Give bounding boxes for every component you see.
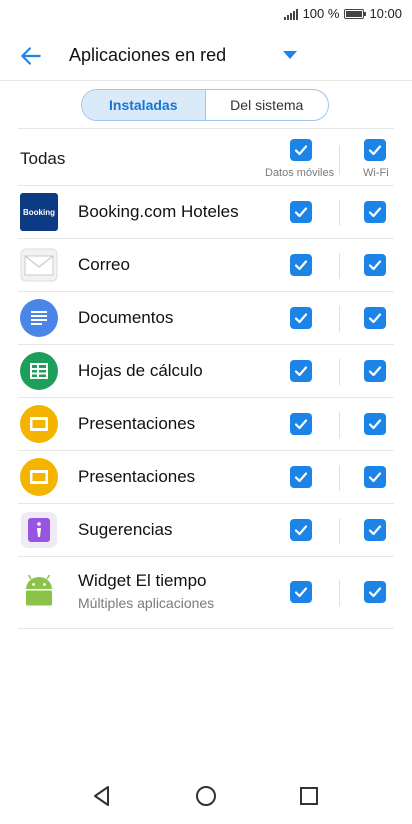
list-header: Todas Datos móviles Wi-Fi [18,128,394,186]
mail-icon [20,248,58,282]
check-icon [294,587,308,598]
mobile-data-checkbox[interactable] [290,307,312,329]
check-icon [294,525,308,536]
check-icon [368,525,382,536]
mobile-data-column-label: Datos móviles [265,167,335,179]
app-subtitle: Múltiples aplicaciones [78,595,215,611]
app-bar: Aplicaciones en red [0,30,412,81]
wifi-checkbox[interactable] [364,466,386,488]
all-wifi-checkbox[interactable] [364,139,386,161]
column-divider [339,412,340,438]
app-list: Todas Datos móviles Wi-Fi Booking Bookin… [18,128,394,629]
mobile-data-checkbox[interactable] [290,519,312,541]
wifi-checkbox[interactable] [364,413,386,435]
wifi-checkbox[interactable] [364,201,386,223]
tab-installed[interactable]: Instaladas [82,90,205,120]
column-divider [339,306,340,332]
battery-icon [344,8,367,19]
back-arrow-icon[interactable] [18,43,44,69]
mobile-data-checkbox[interactable] [290,413,312,435]
check-icon [294,313,308,324]
wifi-checkbox[interactable] [364,254,386,276]
mobile-data-checkbox[interactable] [290,466,312,488]
segmented-control: Instaladas Del sistema [81,89,329,121]
list-item[interactable]: Presentaciones [18,398,394,451]
app-name: Documentos [78,308,174,327]
booking-icon: Booking [20,193,58,231]
app-name: Hojas de cálculo [78,361,203,380]
recents-nav-icon[interactable] [297,784,321,808]
android-icon [26,574,52,606]
column-divider [339,200,340,226]
check-icon [368,472,382,483]
list-item[interactable]: Documentos [18,292,394,345]
check-icon [294,145,308,156]
list-item[interactable]: Correo [18,239,394,292]
mobile-data-checkbox[interactable] [290,360,312,382]
slides-icon [20,458,58,496]
check-icon [368,260,382,271]
column-divider [339,518,340,544]
app-name: Correo [78,255,130,274]
wifi-column-label: Wi-Fi [363,167,389,179]
slides-icon [20,405,58,443]
list-item[interactable]: Presentaciones [18,451,394,504]
column-divider [339,253,340,279]
list-item[interactable]: Booking Booking.com Hoteles [18,186,394,239]
all-mobile-data-checkbox[interactable] [290,139,312,161]
signal-icon [283,8,298,20]
mobile-data-checkbox[interactable] [290,254,312,276]
check-icon [368,145,382,156]
dropdown-triangle-icon[interactable] [282,50,298,60]
back-nav-icon[interactable] [90,784,114,808]
app-name: Presentaciones [78,414,196,433]
mobile-data-checkbox[interactable] [290,201,312,223]
wifi-checkbox[interactable] [364,519,386,541]
check-icon [294,207,308,218]
app-name: Booking.com Hoteles [78,202,239,221]
check-icon [294,260,308,271]
wifi-checkbox[interactable] [364,307,386,329]
clock: 10:00 [369,6,402,21]
wifi-checkbox[interactable] [364,360,386,382]
wifi-checkbox[interactable] [364,581,386,603]
check-icon [368,419,382,430]
app-name: Presentaciones [78,467,196,486]
check-icon [368,207,382,218]
home-nav-icon[interactable] [194,784,218,808]
docs-icon [20,299,58,337]
check-icon [294,366,308,377]
column-divider [339,359,340,385]
list-item[interactable]: Sugerencias [18,504,394,557]
check-icon [294,419,308,430]
check-icon [368,313,382,324]
column-divider [339,465,340,491]
sheets-icon [20,352,58,390]
check-icon [368,366,382,377]
all-label: Todas [20,149,66,168]
app-name: Sugerencias [78,520,173,539]
navigation-bar [0,768,412,824]
mobile-data-checkbox[interactable] [290,581,312,603]
list-item[interactable]: Widget El tiempo Múltiples aplicaciones [18,557,394,629]
page-title: Aplicaciones en red [69,45,227,65]
list-item[interactable]: Hojas de cálculo [18,345,394,398]
tab-system[interactable]: Del sistema [204,90,329,120]
status-bar: 100 % 10:00 [0,0,412,28]
check-icon [294,472,308,483]
column-divider [339,145,340,175]
booking-icon-text: Booking [23,207,55,217]
tips-icon [21,512,57,548]
app-name: Widget El tiempo [78,571,207,590]
battery-percent: 100 % [302,6,340,21]
column-divider [339,580,340,606]
check-icon [368,587,382,598]
